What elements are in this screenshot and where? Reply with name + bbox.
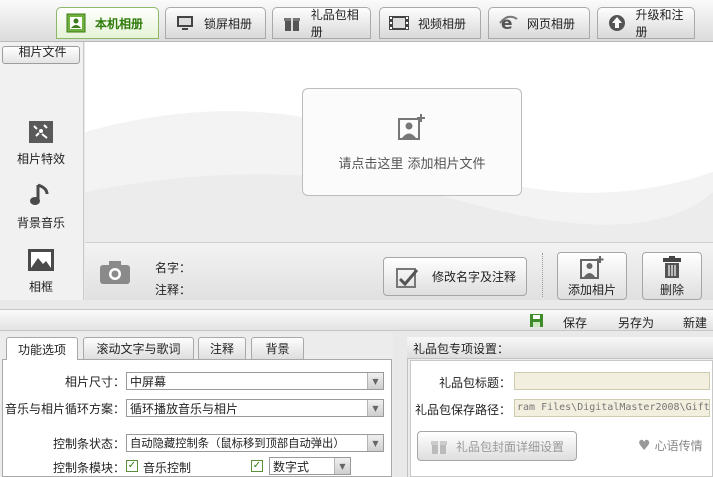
tab-web-album[interactable]: e 网页相册 [488, 7, 590, 39]
save-toolbar: 保存 另存为 新建 [0, 309, 713, 331]
digital-checkbox[interactable]: ✓ [251, 460, 263, 472]
upgrade-globe-icon [606, 12, 627, 34]
heart-message-label: 心语传情 [654, 439, 703, 453]
loop-scheme-select[interactable]: 循环播放音乐与相片 ▼ [126, 399, 384, 417]
tab-gift-album[interactable]: 礼品包相册 [272, 7, 371, 39]
chevron-down-icon: ▼ [367, 400, 383, 416]
photo-frame-icon [65, 12, 87, 34]
tab-background[interactable]: 背景 [251, 337, 304, 359]
chevron-down-icon: ▼ [367, 435, 383, 451]
sidebar-item-label: 相片特效 [16, 152, 65, 166]
gift-settings-header: 礼品包专项设置： [407, 337, 713, 359]
control-bar-state-select[interactable]: 自动隐藏控制条（鼠标移到顶部自动弹出） ▼ [126, 434, 384, 452]
gift-icon [430, 441, 447, 454]
tab-label: 礼品包相册 [310, 8, 359, 39]
sidebar-item-photo-frame[interactable]: 相框 [2, 238, 80, 298]
monitor-icon [174, 12, 196, 34]
edit-check-icon [396, 267, 418, 288]
gift-cover-label: 礼品包封面详细设置 [455, 439, 564, 454]
add-photo-label: 添加相片 [567, 282, 616, 297]
heart-message-link[interactable]: ♥ 心语传情 [638, 437, 703, 454]
gift-settings-body: 礼品包标题： 礼品包保存路径： ram Files\DigitalMaster2… [410, 360, 713, 477]
gift-save-path-label: 礼品包保存路径： [414, 403, 511, 417]
tab-label: 本机相册 [95, 16, 144, 31]
tab-local-album[interactable]: 本机相册 [56, 7, 159, 39]
sidebar-item-photo-effects[interactable]: 相片特效 [2, 110, 80, 170]
add-photo-button[interactable]: 添加相片 [557, 252, 627, 300]
sidebar: 相片文件 相片特效 背景音乐 相框 [0, 42, 84, 300]
tab-video-album[interactable]: 视频相册 [379, 7, 481, 39]
add-person-photo-icon [580, 255, 604, 279]
digital-style-select[interactable]: 数字式 ▼ [269, 457, 351, 475]
tab-label: 网页相册 [527, 16, 576, 31]
photo-size-select[interactable]: 中屏幕 ▼ [126, 372, 384, 390]
chevron-down-icon: ▼ [334, 458, 350, 474]
control-bar-state-value: 自动隐藏控制条（鼠标移到顶部自动弹出） [130, 437, 345, 450]
floppy-disk-icon [530, 314, 543, 327]
add-person-photo-icon [398, 113, 425, 140]
sidebar-item-background-music[interactable]: 背景音乐 [2, 174, 80, 234]
tab-function-options[interactable]: 功能选项 [6, 337, 78, 360]
music-control-checkbox[interactable]: ✓ [126, 460, 138, 472]
ie-browser-icon: e [497, 12, 519, 34]
tab-label: 锁屏相册 [204, 16, 253, 31]
add-photo-files-area[interactable]: 请点击这里 添加相片文件 [302, 88, 522, 196]
edit-button-label: 修改名字及注释 [432, 270, 517, 284]
loop-scheme-value: 循环播放音乐与相片 [130, 401, 239, 416]
photo-workspace: 请点击这里 添加相片文件 [85, 42, 713, 242]
gift-cover-settings-button[interactable]: 礼品包封面详细设置 [417, 431, 577, 461]
new-button[interactable]: 新建 [683, 314, 707, 331]
edit-name-note-button[interactable]: 修改名字及注释 [383, 257, 527, 296]
film-icon [388, 12, 410, 34]
gift-save-path-input[interactable]: ram Files\DigitalMaster2008\Gift [514, 399, 710, 417]
note-label: 注释： [155, 283, 192, 297]
heart-icon: ♥ [638, 437, 651, 454]
loop-scheme-label: 音乐与相片循环方案： [4, 402, 125, 416]
save-as-button[interactable]: 另存为 [618, 314, 654, 331]
effects-icon [29, 121, 53, 143]
tab-label: 升级和注册 [635, 8, 684, 39]
photo-info-bar: 名字： 注释： 修改名字及注释 添加相片 删除 [85, 242, 713, 300]
tab-lockscreen-album[interactable]: 锁屏相册 [165, 7, 266, 39]
gift-title-label: 礼品包标题： [438, 376, 511, 390]
gift-icon [281, 12, 303, 34]
tab-notes[interactable]: 注释 [198, 337, 246, 359]
name-label: 名字： [155, 261, 192, 275]
add-photo-prompt: 请点击这里 添加相片文件 [338, 156, 486, 172]
tab-label: 视频相册 [418, 16, 467, 31]
delete-button[interactable]: 删除 [642, 252, 702, 300]
tab-scrolling-text-lyrics[interactable]: 滚动文字与歌词 [83, 337, 194, 359]
camera-icon [100, 261, 130, 284]
options-panel: 功能选项 滚动文字与歌词 注释 背景 相片尺寸： 中屏幕 ▼ 音乐与相片循环方案… [0, 333, 393, 477]
sidebar-item-photo-files[interactable]: 相片文件 [2, 45, 80, 64]
chevron-down-icon: ▼ [367, 373, 383, 389]
gift-title-input[interactable] [514, 372, 710, 390]
tab-upgrade-register[interactable]: 升级和注册 [597, 7, 695, 39]
save-button[interactable]: 保存 [563, 314, 587, 331]
music-note-icon [30, 183, 49, 205]
music-control-label: 音乐控制 [143, 461, 192, 475]
sidebar-item-label: 相片文件 [18, 45, 67, 59]
sidebar-item-label: 背景音乐 [16, 216, 65, 230]
delete-label: 删除 [659, 282, 684, 297]
top-tab-bar: 本机相册 锁屏相册 礼品包相册 视频相册 e 网页相册 升级和注册 [0, 0, 713, 42]
control-bar-module-label: 控制条模块： [52, 461, 125, 475]
options-body: 相片尺寸： 中屏幕 ▼ 音乐与相片循环方案： 循环播放音乐与相片 ▼ 控制条状态… [2, 359, 392, 477]
photo-size-label: 相片尺寸： [64, 375, 125, 389]
digital-style-value: 数字式 [273, 459, 310, 474]
trash-icon [663, 255, 681, 278]
photo-size-value: 中屏幕 [130, 374, 167, 389]
frame-icon [28, 249, 54, 271]
control-bar-state-label: 控制条状态： [52, 437, 125, 451]
divider [542, 253, 543, 297]
sidebar-item-label: 相框 [28, 280, 53, 294]
